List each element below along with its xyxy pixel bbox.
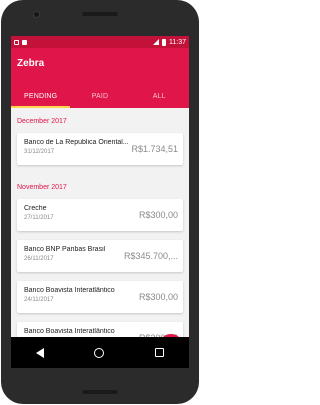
signal-icon [153, 39, 159, 45]
back-icon[interactable] [36, 347, 45, 358]
section-header: November 2017 [17, 184, 67, 191]
recent-apps-icon[interactable] [154, 348, 164, 357]
battery-icon [162, 38, 166, 46]
status-time: 11:37 [169, 38, 186, 46]
status-bar: 11:37 [11, 36, 189, 48]
bill-amount: R$345.700,... [123, 251, 178, 261]
list-item[interactable]: Banco de La Republica Oriental... 31/12/… [17, 133, 183, 165]
tab-pending[interactable]: PENDING [11, 88, 70, 108]
bill-name: Banco BNP Paribas Brasil [24, 246, 106, 253]
bill-amount: R$300,00 [138, 210, 178, 220]
system-nav-bar [11, 337, 189, 368]
home-icon[interactable] [94, 347, 105, 358]
list-item[interactable]: Banco BNP Paribas Brasil 26/11/2017 R$34… [17, 240, 183, 272]
phone-frame: 11:37 Zebra PENDING PAID ALL December 20… [1, 0, 199, 404]
bill-name: Banco Boavista Interatlântico [24, 328, 115, 335]
app-title: Zebra [17, 58, 45, 69]
bill-list: December 2017 Banco de La Republica Orie… [11, 108, 189, 354]
bill-name: Creche [24, 205, 47, 212]
bill-amount: R$300,00 [138, 292, 178, 302]
list-item[interactable]: Banco Boavista Interatlântico 24/11/2017… [17, 281, 183, 313]
earpiece-speaker [82, 12, 118, 16]
bottom-speaker [82, 390, 118, 394]
front-camera [33, 11, 40, 18]
notification-icon [22, 39, 27, 45]
tab-paid[interactable]: PAID [70, 88, 129, 108]
bill-amount: R$1.734,51 [131, 144, 178, 154]
bill-name: Banco Boavista Interatlântico [24, 287, 115, 294]
app-bar: Zebra [11, 48, 189, 88]
active-tab-indicator [11, 106, 70, 108]
tab-all[interactable]: ALL [130, 88, 189, 108]
notification-icon [14, 39, 19, 45]
app-screen: 11:37 Zebra PENDING PAID ALL December 20… [11, 36, 189, 368]
bill-name: Banco de La Republica Oriental... [24, 139, 129, 146]
tab-bar: PENDING PAID ALL [11, 88, 189, 108]
list-item[interactable]: Creche 27/11/2017 R$300,00 [17, 199, 183, 231]
section-header: December 2017 [17, 118, 67, 125]
